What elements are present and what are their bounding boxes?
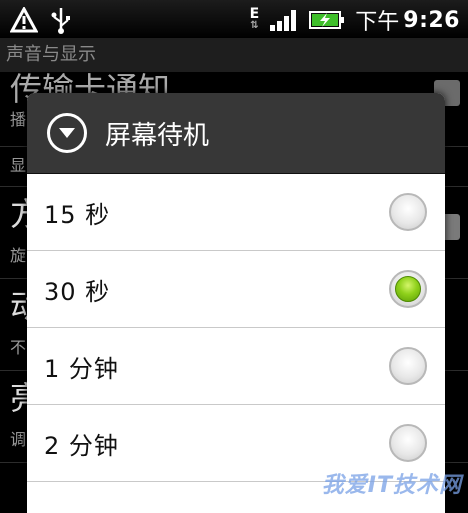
network-type-indicator: E ⇅ [250,7,260,32]
clock: 9:26 [403,7,460,33]
data-arrows-icon: ⇅ [250,20,259,31]
radio-button-selected[interactable] [389,270,427,308]
battery-charging-icon [309,11,345,29]
signal-icon [270,10,297,31]
radio-button[interactable] [389,347,427,385]
dialog-title: 屏幕待机 [105,120,210,151]
screen-timeout-dialog: 屏幕待机 15 秒 30 秒 1 分钟 2 分钟 [27,93,445,513]
option-label: 2 分钟 [44,431,119,460]
radio-button[interactable] [389,193,427,231]
watermark: 我爱IT技术网 [321,473,462,498]
radio-selected-dot [395,276,421,302]
option-30-seconds[interactable]: 30 秒 [27,251,445,328]
status-bar: E ⇅ 下午 9:26 [0,0,468,39]
option-15-seconds[interactable]: 15 秒 [27,174,445,251]
settings-page-title: 声音与显示 [0,38,468,72]
time-period: 下午 [355,10,400,35]
dropdown-arrow-icon [47,113,87,153]
option-label: 15 秒 [44,200,111,229]
option-1-minute[interactable]: 1 分钟 [27,328,445,405]
usb-icon [51,8,70,34]
option-label: 1 分钟 [44,354,119,383]
dialog-header: 屏幕待机 [27,93,445,174]
warning-icon [10,7,38,33]
radio-button[interactable] [389,424,427,462]
option-label: 30 秒 [44,277,111,306]
